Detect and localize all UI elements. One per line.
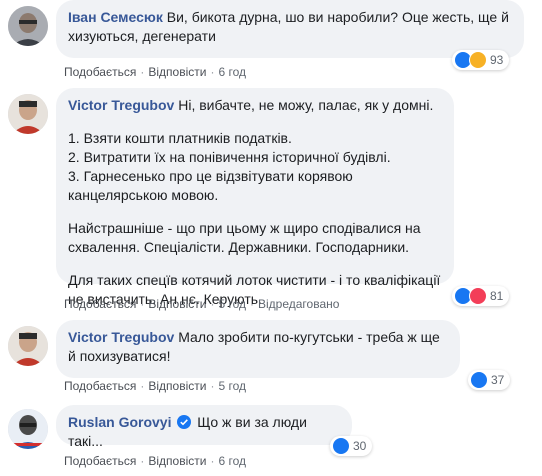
avatar-photo bbox=[8, 94, 48, 134]
comment-actions: Подобається · Відповісти · 5 год bbox=[64, 379, 246, 393]
separator-dot: · bbox=[140, 379, 145, 393]
separator-dot: · bbox=[210, 454, 215, 468]
reply-link[interactable]: Відповісти bbox=[148, 297, 206, 311]
comment-bubble: Victor Tregubov Мало зробити по-кугутськ… bbox=[56, 320, 460, 378]
comment-text: Найстрашніше - що при цьому ж щиро споді… bbox=[68, 220, 421, 255]
comment-time[interactable]: 5 год bbox=[218, 379, 246, 393]
reaction-summary[interactable]: 93 bbox=[452, 50, 510, 70]
reply-link[interactable]: Відповісти bbox=[148, 379, 206, 393]
separator-dot: · bbox=[210, 379, 215, 393]
comment-text: 1. Взяти кошти платників податків. bbox=[68, 130, 292, 146]
avatar[interactable] bbox=[8, 94, 48, 134]
comment-actions: Подобається · Відповісти · 6 год bbox=[64, 65, 246, 79]
comment-time[interactable]: 6 год bbox=[218, 454, 246, 468]
comment-time[interactable]: 6 год bbox=[218, 65, 246, 79]
avatar[interactable] bbox=[8, 6, 48, 46]
comment-text: Ні, вибачте, не можу, палає, як у домні. bbox=[178, 97, 434, 113]
separator-dot: · bbox=[140, 454, 145, 468]
comment-actions: Подобається · Відповісти · 5 год · Відредагова… bbox=[64, 297, 339, 311]
comments-feed: Іван Семесюк Ви, бикота дурна, шо ви нар… bbox=[0, 0, 542, 476]
reply-link[interactable]: Відповісти bbox=[148, 65, 206, 79]
separator-dot: · bbox=[140, 65, 145, 79]
avatar-photo bbox=[8, 326, 48, 366]
sad-icon bbox=[469, 51, 487, 69]
like-link[interactable]: Подобається bbox=[64, 65, 136, 79]
reaction-count: 37 bbox=[491, 373, 505, 387]
like-link[interactable]: Подобається bbox=[64, 297, 136, 311]
comment-author[interactable]: Іван Семесюк bbox=[68, 9, 163, 25]
avatar-photo bbox=[8, 409, 48, 449]
edited-label[interactable]: Відредаговано bbox=[258, 297, 339, 311]
like-icon bbox=[470, 371, 488, 389]
reaction-count: 93 bbox=[490, 53, 504, 67]
separator-dot: · bbox=[250, 297, 254, 311]
separator-dot: · bbox=[140, 297, 145, 311]
avatar-photo bbox=[8, 6, 48, 46]
comment-time[interactable]: 5 год bbox=[218, 297, 246, 311]
reaction-summary[interactable]: 37 bbox=[468, 370, 511, 390]
reaction-count: 30 bbox=[353, 439, 367, 453]
avatar[interactable] bbox=[8, 326, 48, 366]
reaction-summary[interactable]: 30 bbox=[330, 436, 373, 456]
comment-text: 2. Витратити їх на понівичення історично… bbox=[68, 149, 391, 165]
comment-author[interactable]: Victor Tregubov bbox=[68, 329, 174, 345]
reaction-count: 81 bbox=[490, 289, 504, 303]
comment-author[interactable]: Victor Tregubov bbox=[68, 97, 174, 113]
comment-actions: Подобається · Відповісти · 6 год bbox=[64, 454, 246, 468]
separator-dot: · bbox=[210, 65, 215, 79]
like-icon bbox=[332, 437, 350, 455]
comment-text: 3. Гарнесенько про це відзвітувати коряв… bbox=[68, 168, 353, 203]
comment-bubble: Ruslan Gorovyi Що ж ви за люди такі... bbox=[56, 405, 352, 449]
avatar[interactable] bbox=[8, 409, 48, 449]
verified-badge-icon bbox=[177, 415, 192, 429]
love-icon bbox=[469, 287, 487, 305]
comment-bubble: Victor Tregubov Ні, вибачте, не можу, па… bbox=[56, 88, 454, 307]
reaction-summary[interactable]: 81 bbox=[452, 286, 510, 306]
comment-bubble: Іван Семесюк Ви, бикота дурна, шо ви нар… bbox=[56, 0, 524, 58]
like-link[interactable]: Подобається bbox=[64, 454, 136, 468]
separator-dot: · bbox=[210, 297, 215, 311]
like-link[interactable]: Подобається bbox=[64, 379, 136, 393]
comment-author[interactable]: Ruslan Gorovyi bbox=[68, 414, 171, 430]
reply-link[interactable]: Відповісти bbox=[148, 454, 206, 468]
